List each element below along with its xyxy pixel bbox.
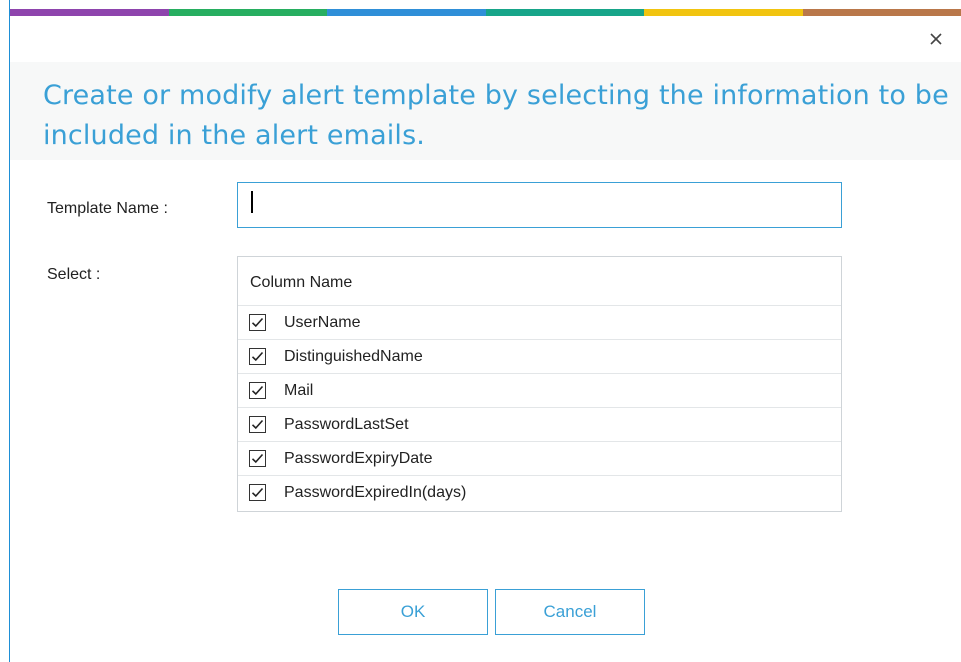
checkbox-username[interactable] bbox=[249, 314, 266, 331]
column-label: PasswordExpiryDate bbox=[284, 450, 433, 467]
column-label: UserName bbox=[284, 314, 361, 331]
stripe-segment-teal bbox=[485, 9, 644, 16]
stripe-segment-brown bbox=[802, 9, 961, 16]
checkbox-distinguishedname[interactable] bbox=[249, 348, 266, 365]
template-name-input[interactable] bbox=[237, 182, 842, 228]
column-row-distinguishedname[interactable]: DistinguishedName bbox=[238, 340, 841, 374]
column-row-passwordlastset[interactable]: PasswordLastSet bbox=[238, 408, 841, 442]
column-label: DistinguishedName bbox=[284, 348, 423, 365]
close-button[interactable] bbox=[925, 28, 947, 50]
checkbox-passwordexpirydate[interactable] bbox=[249, 450, 266, 467]
column-row-passwordexpirydate[interactable]: PasswordExpiryDate bbox=[238, 442, 841, 476]
column-label: PasswordLastSet bbox=[284, 416, 409, 433]
checkmark-icon bbox=[251, 351, 264, 362]
alert-template-dialog: Create or modify alert template by selec… bbox=[0, 0, 961, 662]
checkmark-icon bbox=[251, 487, 264, 498]
stripe-segment-purple bbox=[10, 9, 169, 16]
cancel-button[interactable]: Cancel bbox=[495, 589, 645, 635]
stripe-segment-yellow bbox=[644, 9, 803, 16]
checkbox-passwordexpiredin[interactable] bbox=[249, 484, 266, 501]
column-row-username[interactable]: UserName bbox=[238, 306, 841, 340]
checkmark-icon bbox=[251, 317, 264, 328]
dialog-heading: Create or modify alert template by selec… bbox=[43, 80, 949, 151]
close-icon bbox=[930, 33, 942, 45]
stripe-segment-green bbox=[168, 9, 327, 16]
checkbox-passwordlastset[interactable] bbox=[249, 416, 266, 433]
column-row-mail[interactable]: Mail bbox=[238, 374, 841, 408]
checkmark-icon bbox=[251, 453, 264, 464]
stripe-segment-blue bbox=[327, 9, 486, 16]
brand-color-stripe bbox=[10, 9, 961, 16]
checkbox-mail[interactable] bbox=[249, 382, 266, 399]
column-checklist: Column Name UserName DistinguishedName M… bbox=[237, 256, 842, 512]
column-row-passwordexpiredin[interactable]: PasswordExpiredIn(days) bbox=[238, 476, 841, 511]
column-label: Mail bbox=[284, 382, 314, 399]
select-label: Select : bbox=[47, 266, 101, 283]
text-cursor bbox=[251, 191, 253, 213]
column-name-header: Column Name bbox=[238, 257, 841, 306]
ok-button[interactable]: OK bbox=[338, 589, 488, 635]
checkmark-icon bbox=[251, 419, 264, 430]
checkmark-icon bbox=[251, 385, 264, 396]
column-label: PasswordExpiredIn(days) bbox=[284, 484, 467, 501]
template-name-label: Template Name : bbox=[47, 200, 168, 217]
